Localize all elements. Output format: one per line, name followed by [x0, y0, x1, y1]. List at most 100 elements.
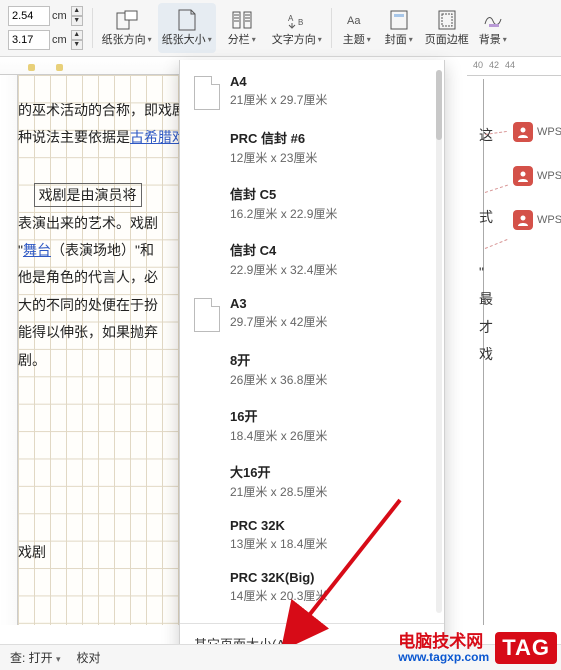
paper-size-option[interactable]: 信封 C5 16.2厘米 x 22.9厘米: [188, 182, 438, 238]
doc-line: 表演出来的艺术。戏剧: [18, 210, 181, 237]
paper-size-option[interactable]: A329.7厘米 x 42厘米: [188, 294, 438, 348]
paper-size-dim: 26厘米 x 36.8厘米: [230, 371, 327, 388]
paper-size-name: PRC 信封 #6: [230, 128, 317, 147]
paper-size-dim: 16.2厘米 x 22.9厘米: [230, 205, 337, 222]
cover-icon: [388, 9, 410, 31]
page-border-label: 页面边框: [425, 31, 469, 47]
comment-author: WPS_: [537, 126, 561, 138]
doc-line: 种说法主要依据是古希腊戏剧: [18, 124, 181, 151]
doc-line: 的巫术活动的合称，即戏剧的: [18, 97, 181, 124]
chevron-down-icon: ▾: [56, 654, 61, 664]
margin-left-stepper[interactable]: ▲ ▼: [71, 30, 83, 50]
document-grid: 的巫术活动的合称，即戏剧的 种说法主要依据是古希腊戏剧 戏剧是由演员将 表演出来…: [18, 75, 181, 625]
paper-size-button[interactable]: 纸张大小▾: [158, 3, 216, 53]
ruler-vertical[interactable]: [0, 75, 18, 625]
doc-line: 他是角色的代言人，必: [18, 264, 181, 291]
orientation-label: 纸张方向: [102, 31, 146, 47]
tab-marker-icon[interactable]: [56, 64, 63, 71]
page-border-button[interactable]: 页面边框: [421, 3, 473, 53]
theme-button[interactable]: Aa 主题▾: [337, 3, 377, 53]
margin-fields: cm ▲ ▼ cm ▲ ▼: [8, 6, 83, 50]
paper-size-dim: 14厘米 x 20.3厘米: [230, 587, 327, 604]
paper-thumb-spacer: [194, 406, 220, 444]
orientation-button[interactable]: 纸张方向▾: [98, 3, 156, 53]
paper-size-option[interactable]: A421厘米 x 29.7厘米: [188, 72, 438, 126]
paper-size-list[interactable]: A421厘米 x 29.7厘米PRC 信封 #612厘米 x 23厘米信封 C5…: [180, 60, 444, 623]
link-stage[interactable]: 舞台: [23, 242, 51, 258]
step-down-icon[interactable]: ▼: [71, 16, 83, 26]
paper-size-option[interactable]: PRC 32K13厘米 x 18.4厘米: [188, 516, 438, 568]
paper-size-name: 8开: [230, 350, 327, 369]
comment-item[interactable]: WPS_: [513, 210, 561, 230]
divider: [92, 8, 93, 48]
paper-size-option[interactable]: 16开18.4厘米 x 26厘米: [188, 404, 438, 460]
status-proof[interactable]: 校对: [77, 649, 101, 666]
scrollbar-thumb[interactable]: [436, 70, 442, 140]
paper-thumb-spacer: [194, 518, 220, 552]
scrollbar[interactable]: [436, 70, 442, 613]
paper-thumb-icon: [194, 298, 220, 332]
paper-size-text: PRC 32K(Big)14厘米 x 20.3厘米: [230, 570, 327, 604]
paper-size-option[interactable]: 信封 C422.9厘米 x 32.4厘米: [188, 238, 438, 294]
paper-size-dim: 21厘米 x 29.7厘米: [230, 91, 327, 108]
paper-size-name: 16开: [230, 406, 327, 425]
paper-size-name: 信封 C5: [230, 184, 337, 203]
comment-author: WPS_: [537, 170, 561, 182]
paper-size-option[interactable]: PRC 32K(Big)14厘米 x 20.3厘米: [188, 568, 438, 620]
divider: [331, 8, 332, 48]
document-page: 的巫术活动的合称，即戏剧的 种说法主要依据是古希腊戏剧 戏剧是由演员将 表演出来…: [0, 57, 181, 625]
chevron-down-icon: ▾: [318, 35, 322, 44]
step-up-icon[interactable]: ▲: [71, 6, 83, 16]
background-button[interactable]: 背景▾: [475, 3, 511, 53]
paper-size-text: 大16开21厘米 x 28.5厘米: [230, 462, 327, 500]
cover-button[interactable]: 封面▾: [379, 3, 419, 53]
ribbon: cm ▲ ▼ cm ▲ ▼ 纸张方向▾ 纸张大小▾: [0, 0, 561, 57]
paper-size-dropdown: A421厘米 x 29.7厘米PRC 信封 #612厘米 x 23厘米信封 C5…: [179, 60, 445, 664]
svg-text:A: A: [288, 14, 294, 23]
chevron-down-icon: ▾: [503, 35, 507, 44]
paper-thumb-spacer: [194, 128, 220, 166]
comment-item[interactable]: WPS_: [513, 166, 561, 186]
comments-list: WPS_ WPS_ WPS_: [507, 116, 561, 254]
paper-size-option[interactable]: 大16开21厘米 x 28.5厘米: [188, 460, 438, 516]
margin-left-input[interactable]: [8, 30, 50, 50]
margin-top-stepper[interactable]: ▲ ▼: [71, 6, 83, 26]
margin-top-unit: cm: [52, 10, 67, 22]
text-direction-button[interactable]: AB 文字方向▾: [268, 3, 326, 53]
tab-marker-icon[interactable]: [28, 64, 35, 71]
paper-thumb-spacer: [194, 462, 220, 500]
columns-button[interactable]: 分栏▾: [218, 3, 266, 53]
background-label: 背景: [479, 31, 501, 47]
doc-line: 剧。: [18, 347, 181, 374]
doc-line: 大的不同的处便在于扮: [18, 292, 181, 319]
margin-top-input[interactable]: [8, 6, 50, 26]
step-down-icon[interactable]: ▼: [71, 40, 83, 50]
comment-author: WPS_: [537, 214, 561, 226]
cover-label: 封面: [385, 31, 407, 47]
chevron-down-icon: ▾: [148, 35, 152, 44]
avatar: [513, 210, 533, 230]
ruler-right[interactable]: 40 42 44: [467, 60, 561, 76]
status-find[interactable]: 查: 打开 ▾: [10, 649, 61, 666]
paper-size-option[interactable]: 8开 26厘米 x 36.8厘米: [188, 348, 438, 404]
paper-size-option[interactable]: PRC 信封 #612厘米 x 23厘米: [188, 126, 438, 182]
paper-thumb-spacer: [194, 184, 220, 222]
selection-box[interactable]: 戏剧是由演员将: [34, 183, 142, 207]
avatar: [513, 122, 533, 142]
orientation-icon: [116, 9, 138, 31]
chevron-down-icon: ▾: [367, 35, 371, 44]
step-up-icon[interactable]: ▲: [71, 30, 83, 40]
paper-size-text: A421厘米 x 29.7厘米: [230, 74, 327, 110]
theme-icon: Aa: [346, 9, 368, 31]
ruler-horizontal[interactable]: [0, 57, 181, 75]
comment-item[interactable]: WPS_: [513, 122, 561, 142]
paper-thumb-spacer: [194, 240, 220, 278]
chevron-down-icon: ▾: [252, 35, 256, 44]
doc-line: 能得以伸张，如果抛弃: [18, 319, 181, 346]
chevron-down-icon: ▾: [409, 35, 413, 44]
paper-thumb-spacer: [194, 570, 220, 604]
link-greek-drama[interactable]: 古希腊戏剧: [130, 129, 181, 145]
margin-left-row: cm ▲ ▼: [8, 30, 83, 50]
background-icon: [482, 9, 504, 31]
document-text[interactable]: 的巫术活动的合称，即戏剧的 种说法主要依据是古希腊戏剧 戏剧是由演员将 表演出来…: [18, 97, 181, 566]
